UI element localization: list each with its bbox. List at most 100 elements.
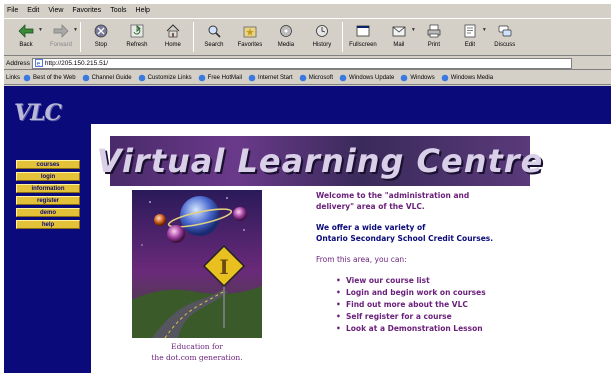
- search-button[interactable]: Search: [196, 19, 232, 55]
- browser-window: File Edit View Favorites Tools Help Back…: [3, 3, 611, 373]
- menu-help[interactable]: Help: [136, 7, 150, 14]
- print-icon: [425, 22, 443, 40]
- mail-button[interactable]: Mail: [381, 19, 417, 55]
- favorites-label: Favorites: [237, 42, 263, 48]
- link-channel-guide[interactable]: Channel Guide: [82, 74, 132, 82]
- stop-button[interactable]: Stop: [83, 19, 119, 55]
- link-text: Windows Media: [450, 74, 494, 81]
- welcome-paragraph: Welcome to the "administration and deliv…: [316, 190, 606, 212]
- print-button[interactable]: Print: [416, 19, 452, 55]
- discuss-button[interactable]: Discuss: [487, 19, 523, 55]
- menu-edit[interactable]: Edit: [27, 7, 39, 14]
- link-windows[interactable]: Windows: [400, 74, 435, 82]
- list-item[interactable]: • Self register for a course: [336, 311, 606, 323]
- tagline-caption: Education for the dot.com generation.: [122, 341, 272, 363]
- ie-link-icon: [23, 74, 31, 81]
- ie-link-icon: [82, 74, 89, 81]
- link-text: Windows: [410, 74, 435, 81]
- address-bar: Address e http://205.150.215.51/: [4, 57, 611, 70]
- sign-glyph: I: [219, 255, 228, 279]
- address-input[interactable]: e http://205.150.215.51/: [31, 57, 572, 69]
- ie-link-icon: [248, 74, 256, 81]
- media-button[interactable]: Media: [268, 19, 304, 55]
- back-button[interactable]: Back: [8, 19, 44, 55]
- ie-link-icon: [198, 74, 205, 81]
- ie-link-icon: [401, 74, 408, 81]
- address-label: Address: [6, 59, 30, 67]
- caption-line-1: Education for: [171, 342, 223, 351]
- fullscreen-icon: [354, 22, 372, 40]
- caption-line-2: the dot.com generation.: [151, 353, 243, 362]
- forward-arrow-icon: [52, 22, 70, 40]
- ie-link-icon: [299, 74, 306, 81]
- edit-icon: [461, 22, 479, 40]
- history-icon: [313, 22, 331, 40]
- list-item[interactable]: • View our course list: [336, 275, 606, 287]
- stop-label: Stop: [94, 42, 108, 48]
- history-button[interactable]: History: [304, 19, 340, 55]
- link-free-hotmail[interactable]: Free HotMail: [198, 74, 242, 82]
- stop-icon: [92, 22, 110, 40]
- discuss-icon: [496, 22, 514, 40]
- link-text: Microsoft: [308, 74, 334, 81]
- nav-information-button[interactable]: information: [16, 184, 80, 193]
- ie-page-icon: e: [34, 59, 43, 68]
- list-item[interactable]: • Look at a Demonstration Lesson: [336, 323, 606, 335]
- address-url: http://205.150.215.51/: [44, 59, 109, 67]
- menu-bar: File Edit View Favorites Tools Help: [4, 4, 611, 17]
- menu-favorites[interactable]: Favorites: [72, 7, 101, 14]
- offer-paragraph: We offer a wide variety of Ontario Secon…: [316, 222, 606, 244]
- svg-text:e: e: [36, 61, 40, 68]
- home-button[interactable]: Home: [155, 19, 191, 55]
- link-text: Free HotMail: [207, 74, 242, 81]
- banner-title: Virtual Learning Centre: [96, 142, 544, 180]
- from-paragraph: From this area, you can:: [316, 255, 407, 264]
- offer-line-2: Ontario Secondary School Credit Courses.: [316, 234, 494, 243]
- link-text: Best of the Web: [33, 74, 76, 81]
- list-item[interactable]: • Login and begin work on courses: [336, 287, 606, 299]
- media-icon: [277, 22, 295, 40]
- favorites-icon: [241, 22, 259, 40]
- menu-view[interactable]: View: [48, 7, 63, 14]
- toolbar-separator: [192, 22, 194, 52]
- vlc-banner: Virtual Learning Centre: [97, 136, 542, 186]
- discuss-label: Discuss: [494, 42, 516, 48]
- forward-button[interactable]: Forward: [43, 19, 79, 55]
- back-label: Back: [19, 42, 33, 48]
- links-label: Links: [6, 74, 21, 81]
- menu-tools[interactable]: Tools: [110, 7, 126, 14]
- offer-line-1: We offer a wide variety of: [316, 223, 426, 232]
- link-customize-links[interactable]: Customize Links: [138, 74, 192, 82]
- edit-button[interactable]: Edit: [452, 19, 488, 55]
- back-arrow-icon: [17, 22, 35, 40]
- forward-label: Forward: [49, 42, 72, 48]
- menu-file[interactable]: File: [7, 7, 18, 14]
- list-item[interactable]: • Find out more about the VLC: [336, 299, 606, 311]
- forward-dropdown-icon[interactable]: ▼: [73, 27, 78, 33]
- nav-demo-button[interactable]: demo: [16, 208, 80, 217]
- nav-register-button[interactable]: register: [16, 196, 80, 205]
- link-microsoft[interactable]: Microsoft: [299, 74, 333, 82]
- media-label: Media: [277, 42, 295, 48]
- link-windows-update[interactable]: Windows Update: [339, 74, 394, 82]
- ie-link-icon: [339, 74, 347, 81]
- favorites-button[interactable]: Favorites: [232, 19, 268, 55]
- mail-icon: [390, 22, 408, 40]
- fullscreen-button[interactable]: Fullscreen: [345, 19, 381, 55]
- link-internet-start[interactable]: Internet Start: [248, 74, 293, 82]
- home-label: Home: [164, 42, 181, 48]
- refresh-button[interactable]: Refresh: [119, 19, 155, 55]
- fullscreen-label: Fullscreen: [349, 42, 377, 48]
- ie-link-icon: [138, 74, 145, 81]
- nav-login-button[interactable]: login: [16, 172, 80, 181]
- left-navigation: VLC courses login information register d…: [4, 86, 91, 373]
- search-label: Search: [204, 42, 224, 48]
- link-windows-media[interactable]: Windows Media: [441, 74, 493, 82]
- nav-help-button[interactable]: help: [16, 220, 80, 229]
- edit-label: Edit: [464, 42, 476, 48]
- link-best-of-web[interactable]: Best of the Web: [23, 74, 76, 82]
- space-road-illustration: I: [132, 190, 262, 338]
- nav-courses-button[interactable]: courses: [16, 160, 80, 169]
- welcome-text: Welcome to the "administration and deliv…: [316, 190, 606, 335]
- link-text: Channel Guide: [91, 74, 132, 81]
